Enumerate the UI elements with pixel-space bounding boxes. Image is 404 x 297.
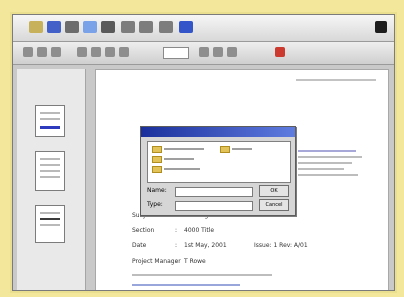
- help-icon[interactable]: [179, 21, 193, 33]
- file-list-item[interactable]: [164, 148, 204, 150]
- folder-icon[interactable]: [152, 156, 162, 163]
- first-page-icon[interactable]: [77, 47, 87, 57]
- document-page: Subject Title:Building Services Section:…: [95, 69, 389, 290]
- ok-button[interactable]: OK: [259, 185, 289, 197]
- navigation-toolbar: [13, 42, 394, 65]
- rotate-icon[interactable]: [227, 47, 237, 57]
- dialog-title-bar[interactable]: [141, 127, 295, 137]
- folder-icon[interactable]: [220, 146, 230, 153]
- file-list-item[interactable]: [232, 148, 252, 150]
- save-icon[interactable]: [47, 21, 61, 33]
- file-open-dialog: Name: Type: OK Cancel: [140, 126, 296, 216]
- select-tool-icon[interactable]: [37, 47, 47, 57]
- next-page-icon[interactable]: [105, 47, 115, 57]
- print-icon[interactable]: [65, 21, 79, 33]
- folder-icon[interactable]: [152, 166, 162, 173]
- file-list-pane[interactable]: [147, 141, 291, 183]
- cancel-button[interactable]: Cancel: [259, 199, 289, 211]
- text-line: [298, 162, 352, 164]
- forward-icon[interactable]: [139, 21, 153, 33]
- file-list-item[interactable]: [164, 168, 200, 170]
- file-list-item[interactable]: [164, 158, 194, 160]
- name-field[interactable]: [175, 187, 253, 197]
- zoom-in-icon[interactable]: [51, 47, 61, 57]
- name-label: Name:: [147, 187, 167, 194]
- brand-logo-icon: [375, 21, 387, 33]
- info-row: Date:1st May, 2001 Issue: 1 Rev: A/01: [132, 242, 308, 249]
- search-icon[interactable]: [101, 21, 115, 33]
- text-line: [298, 150, 356, 152]
- page-number-field[interactable]: [163, 47, 189, 59]
- application-window: Subject Title:Building Services Section:…: [12, 14, 395, 291]
- info-row: Section:4000 Title: [132, 227, 215, 234]
- zoom-icon[interactable]: [159, 21, 173, 33]
- main-toolbar: [13, 15, 394, 42]
- previous-page-icon[interactable]: [91, 47, 101, 57]
- page-header: [296, 79, 376, 81]
- back-icon[interactable]: [121, 21, 135, 33]
- page-thumbnail[interactable]: [35, 105, 65, 137]
- stop-icon[interactable]: [275, 47, 285, 57]
- thumbnail-panel: [17, 69, 86, 290]
- text-line: [298, 156, 362, 158]
- page-thumbnail[interactable]: [35, 151, 65, 191]
- email-icon[interactable]: [83, 21, 97, 33]
- text-line: [298, 174, 358, 176]
- last-page-icon[interactable]: [119, 47, 129, 57]
- type-label: Type:: [147, 201, 163, 208]
- page-thumbnail[interactable]: [35, 205, 65, 243]
- hand-tool-icon[interactable]: [23, 47, 33, 57]
- fit-width-icon[interactable]: [199, 47, 209, 57]
- fit-page-icon[interactable]: [213, 47, 223, 57]
- text-line: [132, 274, 272, 276]
- info-row: Project Manager: T Rowe: [132, 258, 206, 265]
- type-field[interactable]: [175, 201, 253, 211]
- text-line: [132, 284, 240, 286]
- folder-icon[interactable]: [152, 146, 162, 153]
- open-icon[interactable]: [29, 21, 43, 33]
- text-line: [298, 168, 344, 170]
